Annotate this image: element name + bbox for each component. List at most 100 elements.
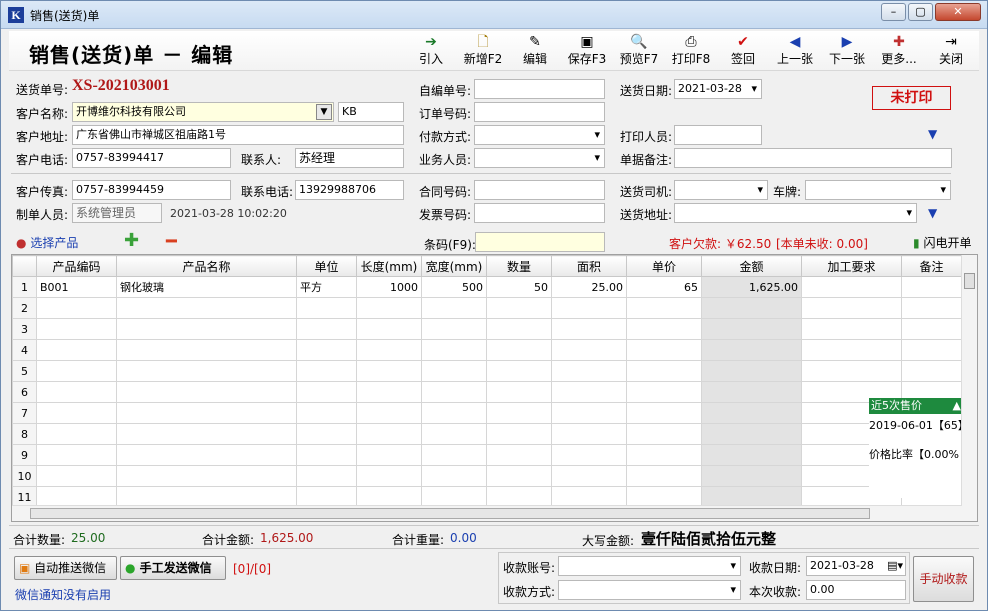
table-cell[interactable] [551,381,627,403]
self-no-input[interactable] [474,79,605,99]
table-cell[interactable] [116,381,297,403]
table-cell[interactable] [36,297,117,319]
invoice-input[interactable] [474,203,605,223]
table-cell[interactable] [356,402,422,424]
table-cell[interactable] [626,465,702,487]
table-cell[interactable]: 500 [421,276,487,298]
horizontal-scrollbar[interactable] [12,505,962,521]
contact-input[interactable]: 苏经理 [295,148,404,168]
contact-phone-input[interactable]: 13929988706 [295,180,404,200]
table-cell[interactable] [421,402,487,424]
table-cell[interactable] [551,423,627,445]
table-cell[interactable] [356,297,422,319]
toolbar-print-button[interactable]: ⎙ 打印F8 [667,33,715,71]
table-cell[interactable]: B001 [36,276,117,298]
table-cell[interactable] [626,381,702,403]
table-cell[interactable] [551,402,627,424]
table-cell[interactable] [486,360,552,382]
column-header[interactable]: 数量 [486,255,552,277]
vertical-scrollbar[interactable] [961,255,977,521]
table-cell[interactable] [486,339,552,361]
table-row[interactable]: 7 [12,402,962,424]
table-cell[interactable] [36,339,117,361]
table-cell[interactable] [356,423,422,445]
table-cell[interactable] [901,297,962,319]
this-amount-input[interactable]: 0.00 [806,580,906,600]
add-row-icon[interactable]: ✚ [124,230,139,251]
table-cell[interactable] [701,423,802,445]
table-cell[interactable] [116,444,297,466]
table-cell[interactable] [801,276,902,298]
scroll-thumb[interactable] [30,508,870,519]
table-cell[interactable] [801,360,902,382]
table-cell[interactable] [36,423,117,445]
contract-input[interactable] [474,180,605,200]
address-input[interactable]: 广东省佛山市禅城区祖庙路1号 [72,125,404,145]
table-cell[interactable] [36,360,117,382]
table-cell[interactable] [356,465,422,487]
toolbar-more-button[interactable]: ✚ 更多... [875,33,923,71]
table-row[interactable]: 9 [12,444,962,466]
remove-row-icon[interactable]: ━ [166,231,177,252]
toolbar-save-button[interactable]: ▣ 保存F3 [563,33,611,71]
expand-triangle-icon[interactable]: ▼ [928,127,937,141]
table-cell[interactable]: 钢化玻璃 [116,276,297,298]
customer-code-input[interactable]: KB [338,102,404,122]
table-cell[interactable] [701,402,802,424]
table-cell[interactable] [626,423,702,445]
collect-date-picker[interactable]: 2021-03-28 ▤▾ [806,556,906,576]
remark-input[interactable] [674,148,952,168]
table-cell[interactable] [801,339,902,361]
table-cell[interactable] [701,339,802,361]
table-cell[interactable] [486,444,552,466]
table-cell[interactable] [701,381,802,403]
salesman-select[interactable] [474,148,605,168]
ship-addr-select[interactable] [674,203,917,223]
table-cell[interactable] [701,360,802,382]
table-cell[interactable] [356,318,422,340]
table-cell[interactable] [626,339,702,361]
table-cell[interactable] [901,318,962,340]
scroll-thumb[interactable] [964,273,975,289]
table-cell[interactable] [551,339,627,361]
table-row[interactable]: 5 [12,360,962,382]
table-cell[interactable] [296,465,357,487]
table-cell[interactable] [421,339,487,361]
table-cell[interactable] [116,465,297,487]
close-window-button[interactable]: ✕ [935,3,981,21]
table-cell[interactable] [626,318,702,340]
column-header[interactable]: 单价 [626,255,702,277]
select-product-link[interactable]: ● 选择产品 [16,234,78,251]
column-header[interactable]: 产品名称 [116,255,297,277]
toolbar-close-button[interactable]: ⇥ 关闭 [927,33,975,71]
table-cell[interactable] [701,465,802,487]
column-header[interactable]: 金额 [701,255,802,277]
table-cell[interactable] [421,318,487,340]
method-select[interactable] [558,580,741,600]
minimize-button[interactable]: – [881,3,906,21]
flash-order-button[interactable]: ▮ 闪电开单 [913,234,971,251]
table-cell[interactable] [626,444,702,466]
table-row[interactable]: 2 [12,297,962,319]
table-cell[interactable] [356,381,422,403]
table-cell[interactable] [901,276,962,298]
column-header[interactable]: 产品编码 [36,255,117,277]
toolbar-signback-button[interactable]: ✔ 签回 [719,33,767,71]
column-header[interactable]: 宽度(mm) [421,255,487,277]
table-cell[interactable]: 65 [626,276,702,298]
calendar-icon[interactable]: ▤▾ [887,557,903,575]
table-cell[interactable] [296,402,357,424]
column-header[interactable]: 面积 [551,255,627,277]
table-cell[interactable] [116,360,297,382]
table-row[interactable]: 8 [12,423,962,445]
table-cell[interactable]: 25.00 [551,276,627,298]
table-cell[interactable] [296,423,357,445]
table-cell[interactable] [486,381,552,403]
expand-triangle-icon[interactable]: ▼ [928,206,937,220]
table-cell[interactable] [36,444,117,466]
auto-wechat-button[interactable]: ▣ 自动推送微信 [14,556,117,580]
table-cell[interactable] [551,297,627,319]
table-row[interactable]: 1 B001 钢化玻璃 平方 1000 500 50 25.00 65 1,625.00 [12,276,962,298]
toolbar-next-button[interactable]: ▶ 下一张 [823,33,871,71]
toolbar-new-button[interactable]: 🗋 新增F2 [459,33,507,71]
